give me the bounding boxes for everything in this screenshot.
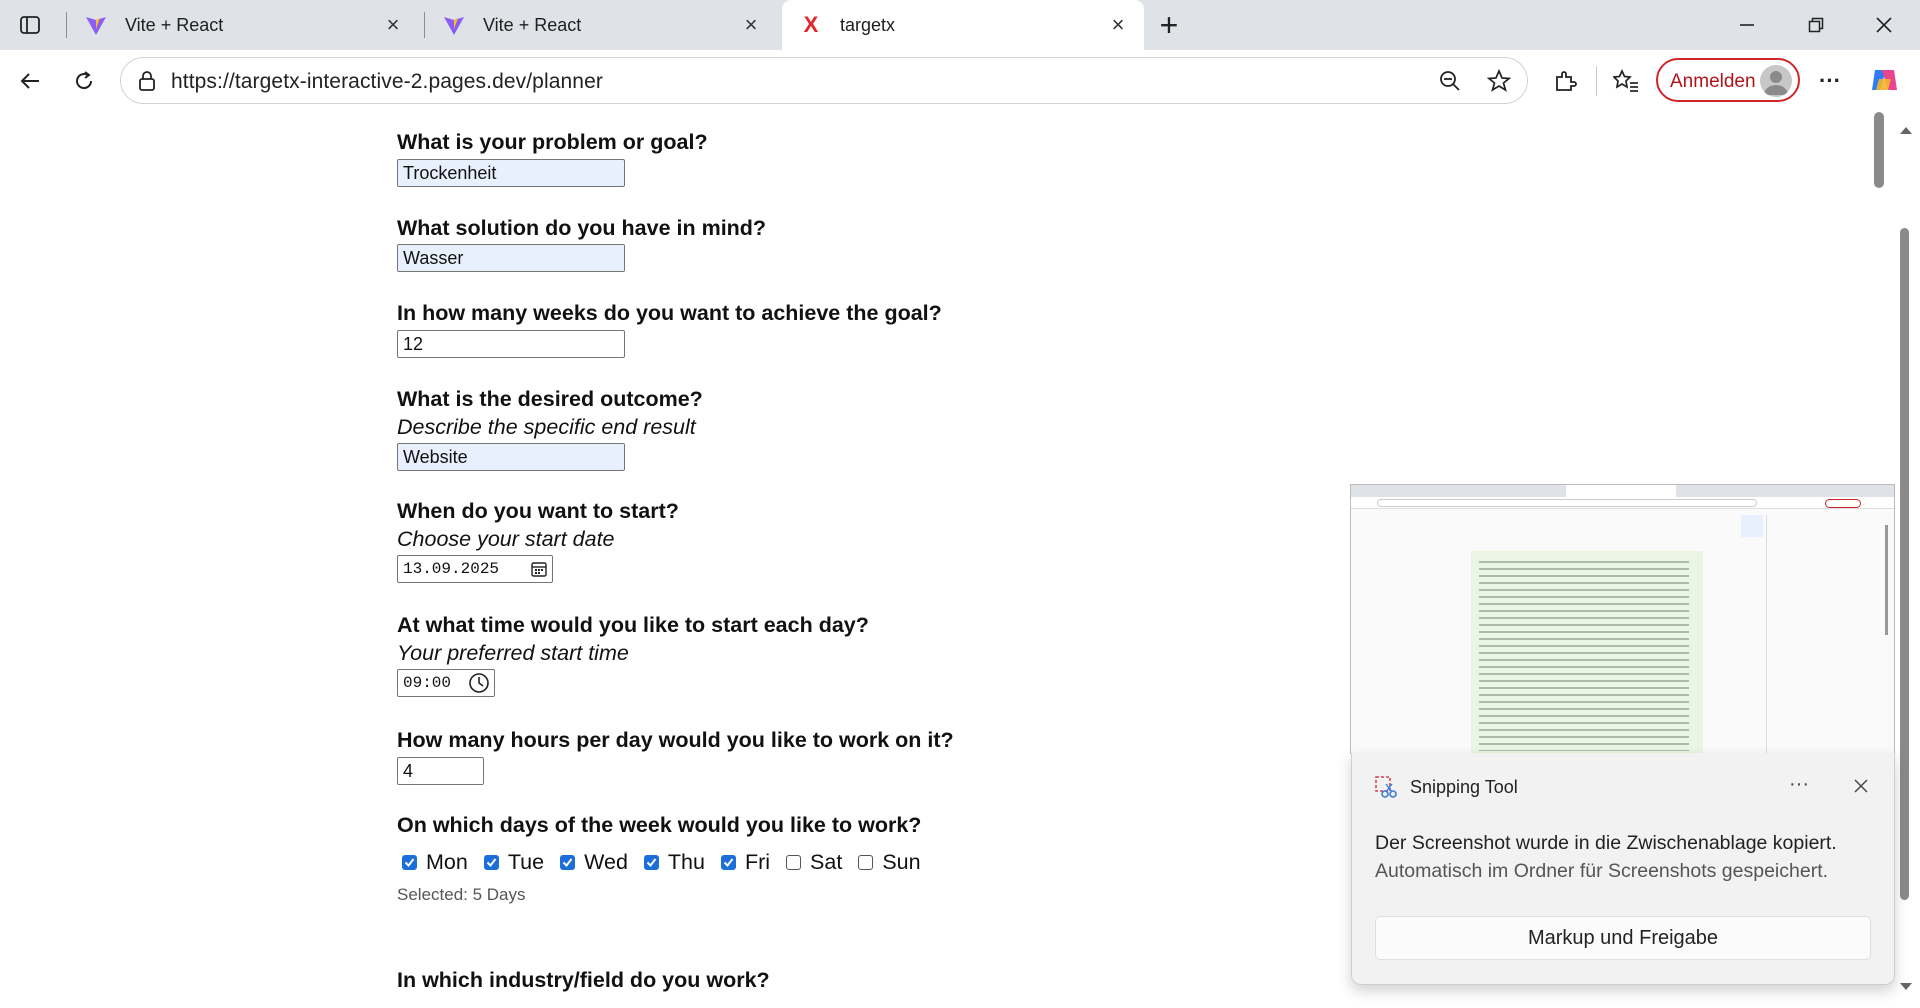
day-tue[interactable]: Tue	[483, 850, 545, 875]
question-weeks: In how many weeks do you want to achieve…	[397, 301, 942, 325]
screenshot-thumbnail[interactable]	[1350, 484, 1895, 754]
url-text[interactable]: https://targetx-interactive-2.pages.dev/…	[171, 70, 603, 94]
day-sun[interactable]: Sun	[858, 850, 921, 875]
weeks-input[interactable]: 12	[397, 330, 625, 358]
toast-message-copied: Der Screenshot wurde in die Zwischenabla…	[1375, 832, 1837, 854]
toast-app-name: Snipping Tool	[1410, 777, 1518, 797]
days-checkbox-group: Mon Tue Wed Thu Fri Sat Sun	[402, 850, 937, 875]
outcome-input[interactable]: Website	[397, 443, 625, 471]
copilot-icon[interactable]	[1866, 62, 1902, 98]
start-time-value: 09:00	[403, 674, 452, 692]
day-wed[interactable]: Wed	[560, 850, 628, 875]
start-date-value: 13.09.2025	[403, 560, 500, 578]
day-mon[interactable]: Mon	[402, 850, 468, 875]
tab-title: targetx	[840, 14, 896, 35]
toast-more-icon[interactable]: ···	[1789, 773, 1809, 796]
day-fri[interactable]: Fri	[720, 850, 771, 875]
day-label: Mon	[426, 850, 468, 874]
hint-time: Your preferred start time	[397, 641, 629, 665]
checkbox-checked-icon[interactable]	[643, 855, 659, 870]
checkbox-checked-icon[interactable]	[402, 855, 417, 870]
signin-button[interactable]: Anmelden	[1656, 58, 1800, 102]
solution-input[interactable]: Wasser	[397, 244, 625, 272]
tab-bar: Vite + React × Vite + React × X targetx …	[0, 0, 1920, 50]
checkbox-unchecked-icon[interactable]	[786, 855, 802, 870]
inner-scroll-thumb[interactable]	[1874, 112, 1884, 188]
day-label: Wed	[584, 850, 628, 874]
checkbox-checked-icon[interactable]	[483, 855, 499, 870]
day-label: Tue	[507, 850, 545, 874]
day-label: Sat	[810, 850, 843, 874]
browser-toolbar: https://targetx-interactive-2.pages.dev/…	[0, 50, 1920, 112]
hint-start: Choose your start date	[397, 527, 615, 551]
question-start: When do you want to start?	[397, 499, 679, 523]
more-menu-icon[interactable]: ···	[1812, 63, 1848, 99]
checkbox-checked-icon[interactable]	[720, 855, 736, 870]
day-label: Thu	[667, 850, 705, 874]
close-tab-icon[interactable]: ×	[1106, 13, 1130, 37]
scroll-up-icon[interactable]	[1899, 122, 1913, 140]
question-days: On which days of the week would you like…	[397, 813, 922, 837]
hint-outcome: Describe the specific end result	[397, 415, 696, 439]
new-tab-icon[interactable]: +	[1151, 7, 1187, 43]
snipping-tool-notification: Snipping Tool ··· Der Screenshot wurde i…	[1351, 753, 1895, 985]
address-bar[interactable]: https://targetx-interactive-2.pages.dev/…	[120, 57, 1528, 104]
selected-days-count: Selected: 5 Days	[397, 885, 526, 904]
close-tab-icon[interactable]: ×	[381, 13, 405, 37]
extensions-icon[interactable]	[1547, 63, 1583, 99]
question-time: At what time would you like to start eac…	[397, 613, 869, 637]
day-sat[interactable]: Sat	[786, 850, 842, 875]
question-hours: How many hours per day would you like to…	[397, 728, 954, 752]
tab-actions-icon[interactable]	[12, 7, 48, 43]
tab-title: Vite + React	[125, 14, 224, 35]
scroll-down-icon[interactable]	[1899, 979, 1913, 997]
vite-icon	[85, 14, 107, 36]
close-tab-icon[interactable]: ×	[739, 13, 763, 37]
zoom-out-icon[interactable]	[1439, 70, 1461, 97]
checkbox-checked-icon[interactable]	[560, 855, 576, 870]
day-label: Sun	[882, 850, 921, 874]
tab-vite-2[interactable]: Vite + React ×	[425, 0, 777, 50]
toast-close-icon[interactable]	[1853, 778, 1869, 799]
day-label: Fri	[744, 850, 771, 874]
hours-input[interactable]: 4	[397, 757, 484, 785]
favorite-star-icon[interactable]	[1486, 68, 1512, 98]
clock-icon[interactable]	[468, 672, 490, 703]
question-solution: What solution do you have in mind?	[397, 216, 767, 240]
tab-title: Vite + React	[483, 14, 582, 35]
question-outcome: What is the desired outcome?	[397, 387, 703, 411]
toast-message-saved: Automatisch im Ordner für Screenshots ge…	[1375, 860, 1829, 882]
question-problem: What is your problem or goal?	[397, 130, 708, 154]
start-time-input[interactable]: 09:00	[397, 669, 495, 697]
question-industry: In which industry/field do you work?	[397, 968, 770, 992]
avatar-icon	[1760, 65, 1792, 97]
targetx-x-icon: X	[803, 12, 819, 37]
favorites-list-icon[interactable]	[1608, 63, 1644, 99]
close-window-icon[interactable]	[1869, 10, 1899, 40]
vite-icon	[443, 14, 465, 36]
reload-icon[interactable]	[66, 63, 102, 99]
minimize-icon[interactable]	[1732, 10, 1762, 40]
lock-icon[interactable]	[137, 70, 157, 97]
back-arrow-icon[interactable]	[12, 63, 48, 99]
restore-icon[interactable]	[1801, 10, 1831, 40]
signin-label: Anmelden	[1670, 71, 1756, 92]
checkbox-unchecked-icon[interactable]	[858, 855, 874, 870]
scroll-thumb[interactable]	[1900, 228, 1909, 900]
day-thu[interactable]: Thu	[643, 850, 705, 875]
tab-targetx[interactable]: X targetx ×	[782, 0, 1144, 50]
start-date-input[interactable]: 13.09.2025	[397, 555, 553, 583]
snipping-tool-icon	[1374, 775, 1398, 804]
tab-vite-1[interactable]: Vite + React ×	[67, 0, 419, 50]
markup-share-button[interactable]: Markup und Freigabe	[1375, 916, 1871, 960]
calendar-icon[interactable]	[530, 560, 548, 587]
problem-input[interactable]: Trockenheit	[397, 159, 625, 187]
